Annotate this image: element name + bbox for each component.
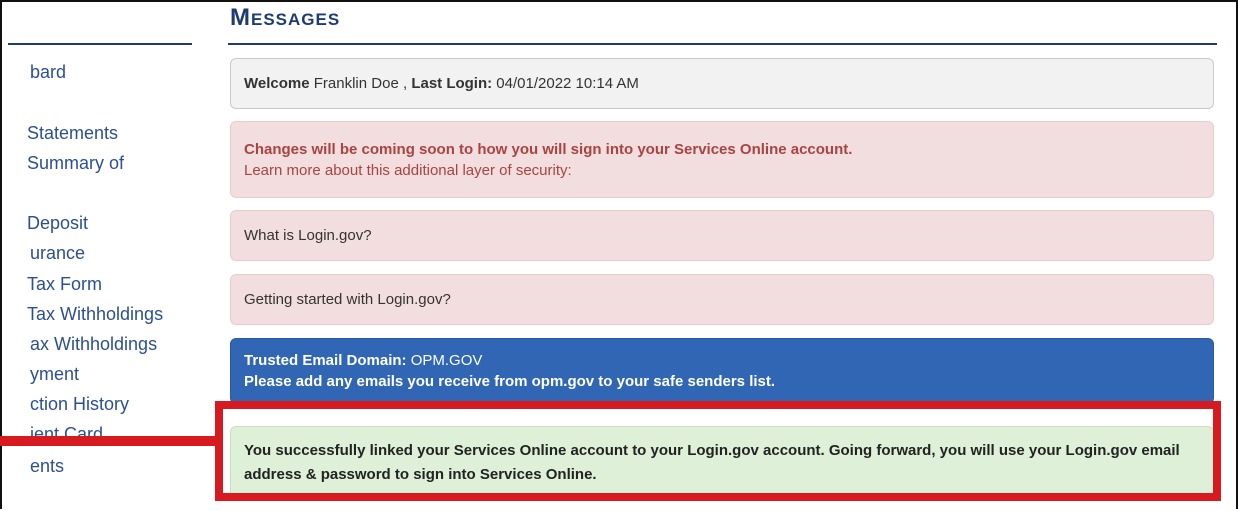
- last-login-label: Last Login:: [411, 75, 493, 92]
- user-name: Franklin Doe ,: [309, 75, 412, 92]
- sidebar-item[interactable]: Summary of: [27, 152, 124, 174]
- title-divider: [228, 43, 1217, 45]
- security-change-alert: Changes will be coming soon to how you w…: [230, 121, 1214, 198]
- sidebar-item[interactable]: Statements: [27, 122, 118, 144]
- what-is-logingov-link[interactable]: What is Login.gov?: [230, 210, 1214, 261]
- getting-started-link[interactable]: Getting started with Login.gov?: [230, 274, 1214, 325]
- highlight-box: [215, 401, 1221, 501]
- alert-subtitle: Learn more about this additional layer o…: [244, 161, 572, 179]
- sidebar-divider: [8, 43, 192, 45]
- sidebar-item[interactable]: yment: [30, 363, 79, 385]
- trusted-domain: OPM.GOV: [406, 352, 483, 369]
- sidebar-item[interactable]: ction History: [30, 393, 129, 415]
- trusted-label: Trusted Email Domain:: [244, 352, 407, 369]
- sidebar-item[interactable]: Tax Withholdings: [27, 303, 163, 325]
- sidebar-item[interactable]: Deposit: [27, 212, 88, 234]
- what-is-logingov-label: What is Login.gov?: [244, 227, 372, 244]
- welcome-prefix: Welcome: [244, 75, 310, 92]
- page-title: Messages: [230, 4, 341, 31]
- last-login-value: 04/01/2022 10:14 AM: [492, 75, 639, 92]
- sidebar-item[interactable]: urance: [30, 242, 85, 264]
- highlight-pointer: [0, 436, 215, 446]
- sidebar-item[interactable]: ax Withholdings: [30, 333, 157, 355]
- trusted-note: Please add any emails you receive from o…: [244, 373, 776, 390]
- alert-title: Changes will be coming soon to how you w…: [244, 140, 853, 158]
- sidebar-item[interactable]: Tax Form: [27, 273, 102, 295]
- sidebar-item[interactable]: ents: [30, 455, 64, 477]
- getting-started-label: Getting started with Login.gov?: [244, 291, 451, 308]
- welcome-panel: Welcome Franklin Doe , Last Login: 04/01…: [230, 58, 1214, 109]
- trusted-email-panel: Trusted Email Domain: OPM.GOV Please add…: [230, 338, 1214, 404]
- sidebar-item[interactable]: bard: [30, 61, 66, 83]
